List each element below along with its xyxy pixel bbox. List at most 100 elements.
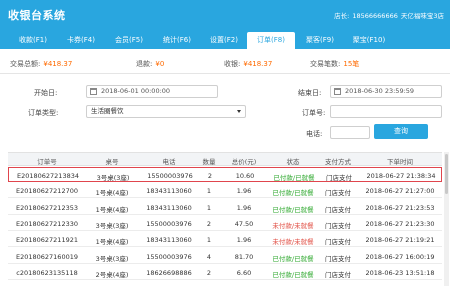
cell-order-no: E20180627211921 — [15, 236, 78, 245]
cell-status: 已付款/已就餐 — [272, 189, 314, 198]
cell-phone: 15500003976 — [146, 252, 192, 261]
cell-total: 81.70 — [234, 252, 254, 261]
stat-count: 交易笔数: 15笔 — [310, 59, 359, 69]
table-row[interactable]: E20180627212700 1号桌(4座) 18343113060 1 1.96 已付… — [8, 183, 442, 199]
cell-total: 1.96 — [236, 203, 252, 212]
stat-count-label: 交易笔数: — [310, 60, 341, 68]
col-payment: 支付方式 — [325, 158, 351, 166]
col-quantity: 数量 — [202, 158, 216, 166]
table-row[interactable]: E20180627212353 1号桌(4座) 18343113060 1 1.96 已付… — [8, 200, 442, 215]
cell-status: 已付款/已就餐 — [272, 205, 314, 214]
cell-order-no: c20180623135118 — [16, 268, 78, 277]
cell-order-time: 2018-06-27 21:23:30 — [365, 219, 435, 228]
stat-total-value: ¥418.37 — [43, 60, 73, 68]
cell-table-no: 1号桌(4座) — [95, 189, 129, 198]
order-number-input[interactable] — [330, 105, 442, 118]
stat-refund-label: 退款: — [136, 60, 153, 68]
col-table-no: 桌号 — [105, 158, 119, 166]
tab-jubao[interactable]: 聚宝(F10) — [344, 32, 394, 49]
cell-quantity: 2 — [206, 268, 212, 277]
phone-input[interactable] — [330, 126, 370, 139]
cell-status: 已付款/已就餐 — [273, 174, 315, 182]
order-type-value: 生活圈餐饮 — [91, 107, 124, 115]
cell-payment: 门店支付 — [325, 254, 351, 263]
col-total: 总价(元) — [231, 158, 257, 166]
scrollbar-thumb[interactable] — [445, 154, 448, 194]
calendar-icon — [90, 88, 97, 95]
cell-order-no: E20180627213834 — [16, 172, 79, 180]
cell-status: 已付款/已就餐 — [272, 270, 314, 279]
tab-settings[interactable]: 设置(F2) — [201, 32, 247, 49]
stat-count-value: 15笔 — [343, 60, 360, 68]
order-type-select[interactable]: 生活圈餐饮 — [86, 105, 246, 118]
start-date-field[interactable]: 2018-06-01 00:00:00 — [86, 85, 218, 98]
cell-payment: 门店支付 — [325, 221, 351, 230]
calendar-icon — [334, 88, 341, 95]
tab-orders[interactable]: 订单(F8) — [247, 32, 295, 49]
chevron-down-icon — [237, 110, 241, 113]
cell-payment: 门店支付 — [325, 270, 351, 279]
stat-received-label: 收银: — [224, 60, 241, 68]
cell-table-no: 1号桌(4座) — [95, 238, 129, 247]
cell-total: 6.60 — [236, 268, 252, 277]
cell-phone: 15500003976 — [146, 219, 192, 228]
end-date-field[interactable]: 2018-06-30 23:59:59 — [330, 85, 442, 98]
store-info: 店长: 18566666666 天亿福味宝3店 — [331, 10, 444, 20]
cell-status: 未付款/未就餐 — [272, 238, 314, 247]
cell-total: 1.96 — [236, 236, 252, 245]
end-date-value: 2018-06-30 23:59:59 — [345, 87, 415, 95]
stat-received-value: ¥418.37 — [243, 60, 273, 68]
cell-order-no: E20180627160019 — [15, 252, 78, 261]
scrollbar[interactable] — [444, 152, 449, 286]
table-row[interactable]: E20180627213834 3号桌(3座) 15500003976 2 10.60 已… — [8, 167, 442, 182]
tab-checkout[interactable]: 收款(F1) — [10, 32, 56, 49]
table-row[interactable]: E20180627212330 3号桌(3座) 15500003976 2 47.50 未… — [8, 216, 442, 231]
end-date-label: 结束日: — [298, 89, 322, 97]
store-manager-label: 店长: — [334, 12, 350, 20]
table-row[interactable]: c20180623135118 2号桌(4座) 18626698886 2 6.60 已付… — [8, 265, 442, 280]
stat-refund: 退款: ¥0 — [136, 59, 164, 69]
cell-payment: 门店支付 — [325, 205, 351, 214]
cell-table-no: 2号桌(4座) — [95, 270, 129, 279]
divider — [0, 73, 450, 74]
cell-table-no: 1号桌(4座) — [95, 205, 129, 214]
cell-order-time: 2018-06-27 21:19:21 — [365, 236, 435, 245]
col-status: 状态 — [286, 158, 300, 166]
tab-coupons[interactable]: 卡券(F4) — [58, 32, 104, 49]
cell-status: 未付款/未就餐 — [272, 221, 314, 230]
cell-quantity: 2 — [206, 219, 212, 228]
query-button[interactable]: 查询 — [374, 124, 428, 139]
cell-quantity: 2 — [207, 172, 213, 180]
cell-payment: 门店支付 — [325, 238, 351, 247]
cell-status: 已付款/已就餐 — [272, 254, 314, 263]
app-title: 收银台系统 — [8, 9, 66, 22]
cell-order-no: E20180627212353 — [15, 203, 78, 212]
start-date-value: 2018-06-01 00:00:00 — [101, 87, 171, 95]
order-type-label: 订单类型: — [28, 109, 59, 117]
stat-total: 交易总额: ¥418.37 — [10, 59, 72, 69]
store-phone: 18566666666 — [352, 12, 398, 20]
cell-total: 10.60 — [235, 172, 255, 180]
orders-table-header: 订单号 桌号 电话 数量 总价(元) 状态 支付方式 下单时间 — [8, 152, 442, 166]
table-row[interactable]: E20180627160019 3号桌(3座) 15500003976 4 81.70 已… — [8, 249, 442, 264]
tab-statistics[interactable]: 统计(F6) — [154, 32, 200, 49]
tab-juke[interactable]: 聚客(F9) — [297, 32, 343, 49]
cell-phone: 18343113060 — [146, 236, 192, 245]
table-row[interactable]: E20180627211921 1号桌(4座) 18343113060 1 1.96 未付… — [8, 232, 442, 248]
tab-members[interactable]: 会员(F5) — [106, 32, 152, 49]
stat-received: 收银: ¥418.37 — [224, 59, 272, 69]
start-date-label: 开始日: — [34, 89, 58, 97]
phone-label: 电话: — [306, 130, 323, 138]
cell-order-time: 2018-06-27 21:23:53 — [365, 203, 435, 212]
cell-quantity: 1 — [206, 187, 212, 196]
cell-phone: 18343113060 — [146, 187, 192, 196]
store-name: 天亿福味宝3店 — [400, 12, 444, 20]
col-order-time: 下单时间 — [387, 158, 413, 166]
cell-order-time: 2018-06-23 13:51:18 — [365, 268, 435, 277]
stat-refund-value: ¥0 — [155, 60, 165, 68]
col-phone: 电话 — [162, 158, 176, 166]
cell-quantity: 4 — [206, 252, 212, 261]
cell-total: 47.50 — [234, 219, 254, 228]
cell-order-no: E20180627212700 — [15, 187, 78, 196]
main-nav: 收款(F1) 卡券(F4) 会员(F5) 统计(F6) 设置(F2) 订单(F8… — [0, 30, 450, 49]
